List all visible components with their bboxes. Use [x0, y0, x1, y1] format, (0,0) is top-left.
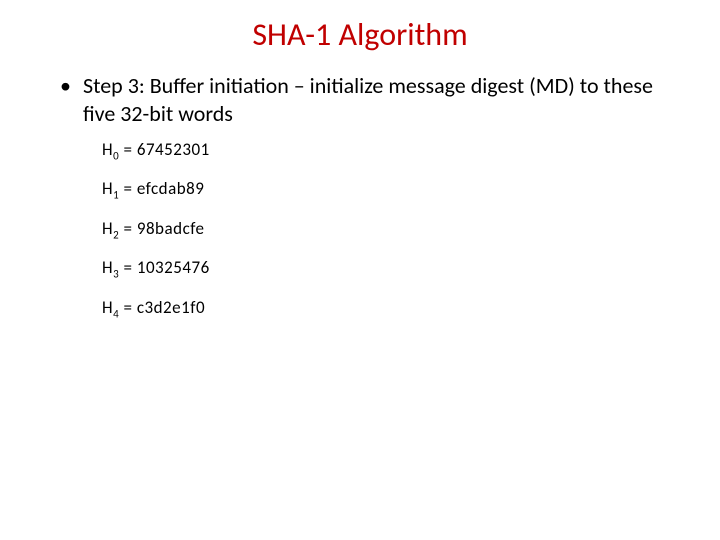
hash-h0: H0 = 67452301 [102, 139, 690, 162]
slide: SHA-1 Algorithm • Step 3: Buffer initiat… [0, 0, 720, 351]
bullet-item: • Step 3: Buffer initiation – initialize… [60, 72, 690, 127]
var-label: H [102, 218, 113, 239]
var-label: H [102, 297, 113, 318]
var-label: H [102, 139, 113, 160]
bullet-text: Step 3: Buffer initiation – initialize m… [83, 72, 690, 127]
var-value: = 67452301 [119, 139, 210, 160]
var-value: = 98badcfe [119, 218, 204, 239]
var-value: = 10325476 [119, 257, 210, 278]
var-label: H [102, 178, 113, 199]
hash-h4: H4 = c3d2e1f0 [102, 297, 690, 320]
hash-h2: H2 = 98badcfe [102, 218, 690, 241]
var-label: H [102, 257, 113, 278]
slide-title: SHA-1 Algorithm [30, 15, 690, 54]
hash-h1: H1 = efcdab89 [102, 178, 690, 201]
var-value: = c3d2e1f0 [119, 297, 205, 318]
var-value: = efcdab89 [119, 178, 204, 199]
hash-values-list: H0 = 67452301 H1 = efcdab89 H2 = 98badcf… [102, 139, 690, 320]
hash-h3: H3 = 10325476 [102, 257, 690, 280]
bullet-marker: • [60, 72, 71, 127]
